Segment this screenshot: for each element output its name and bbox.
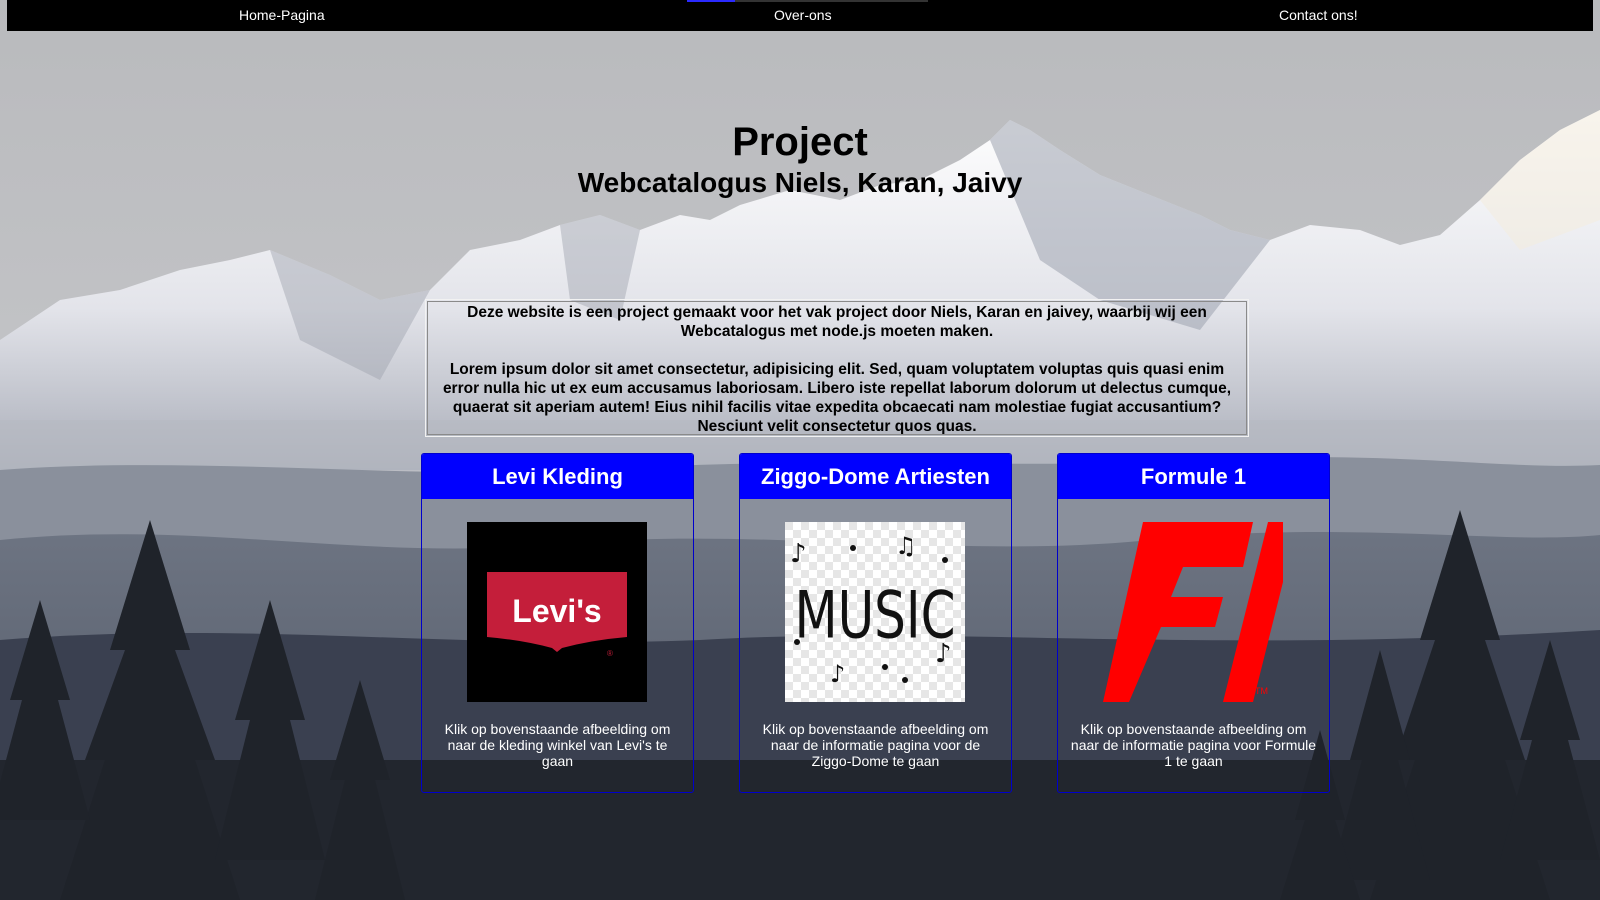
nav-link-about[interactable]: Over-ons [774,7,832,23]
f1-logo-icon: TM [1103,522,1298,702]
levis-logo-link[interactable]: Levi's ® [467,522,647,702]
nav-link-contact[interactable]: Contact ons! [1279,7,1358,23]
svg-text:♪: ♪ [830,660,845,688]
svg-text:MUSIC: MUSIC [794,577,955,653]
svg-text:♪: ♪ [935,639,952,669]
intro-paragraph-project: Deze website is een project gemaakt voor… [467,304,1207,340]
intro-paragraph-lorem: Lorem ipsum dolor sit amet consectetur, … [442,361,1232,435]
music-logo-link[interactable]: MUSIC ♪ ♫ ♪ ♪ [785,522,965,702]
hero-header: Project Webcatalogus Niels, Karan, Jaivy [0,118,1600,200]
card-caption: Klik op bovenstaande afbeelding om naar … [1070,721,1317,769]
nav-indicator-track [735,0,928,2]
card-title: Ziggo-Dome Artiesten [740,454,1011,499]
f1-logo-link[interactable]: TM [1103,522,1298,702]
page-subtitle: Webcatalogus Niels, Karan, Jaivy [577,167,1023,198]
svg-text:Levi's: Levi's [512,593,601,629]
card-formule-1: Formule 1 TM Klik op bovenstaande afbeel… [1057,453,1330,793]
card-caption: Klik op bovenstaande afbeelding om naar … [762,721,989,769]
svg-text:♪: ♪ [790,539,807,569]
svg-text:®: ® [607,649,613,658]
card-levi-kleding: Levi Kleding Levi's ® Klik op bovenstaan… [421,453,694,793]
intro-text-box: Deze website is een project gemaakt voor… [425,299,1249,437]
levis-logo-icon: Levi's ® [467,522,647,702]
card-caption: Klik op bovenstaande afbeelding om naar … [444,721,671,769]
card-title: Formule 1 [1058,454,1329,499]
nav-link-home[interactable]: Home-Pagina [239,7,325,23]
card-ziggo-dome-artiesten: Ziggo-Dome Artiesten MUSIC ♪ ♫ ♪ ♪ Klik … [739,453,1012,793]
nav-active-indicator [687,0,735,2]
card-title: Levi Kleding [422,454,693,499]
music-notes-icon: MUSIC ♪ ♫ ♪ ♪ [785,522,965,702]
page-title: Project [732,120,868,164]
svg-text:♫: ♫ [895,532,917,560]
svg-text:TM: TM [1255,686,1268,696]
top-navigation-bar: Home-Pagina Over-ons Contact ons! [7,0,1593,31]
